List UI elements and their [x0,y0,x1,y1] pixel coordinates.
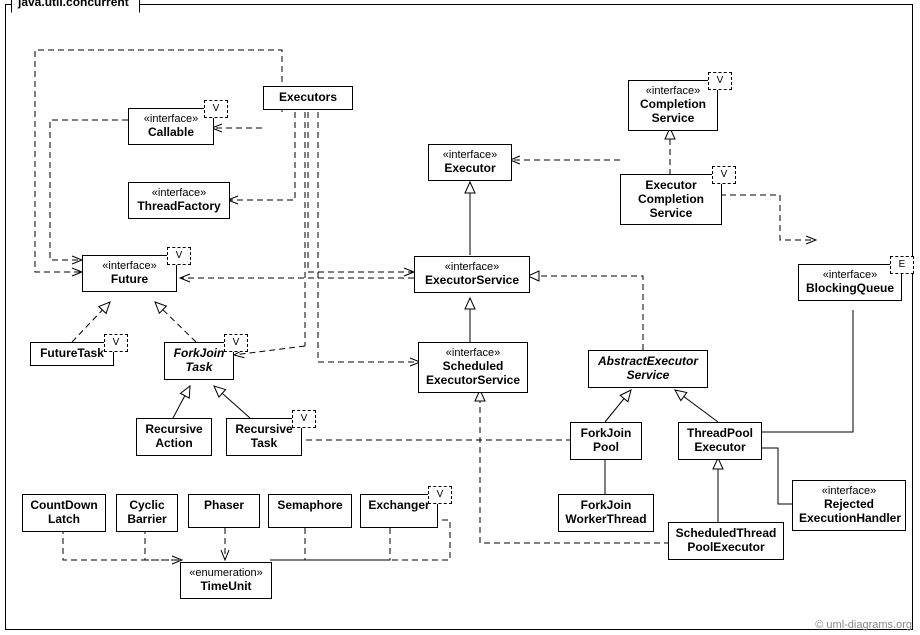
typeparam-recursivetask: V [292,410,316,428]
interface-callable: «interface»Callable [128,108,214,145]
interface-rejectedexecutionhandler: «interface»RejectedExecutionHandler [792,480,906,531]
class-executorcompletionservice: ExecutorCompletionService [620,174,722,225]
interface-blockingqueue: «interface»BlockingQueue [798,264,902,301]
class-cyclicbarrier: CyclicBarrier [116,494,178,532]
class-threadpoolexecutor: ThreadPoolExecutor [678,422,762,460]
interface-threadfactory: «interface»ThreadFactory [128,182,230,219]
typeparam-exchanger: V [428,486,452,504]
typeparam-forkjointask: V [224,334,248,352]
class-recursiveaction: RecursiveAction [136,418,212,456]
class-semaphore: Semaphore [268,494,352,528]
class-futuretask: FutureTask [30,342,114,366]
class-recursivetask: RecursiveTask [226,418,302,456]
typeparam-completionservice: V [708,72,732,90]
class-countdownlatch: CountDownLatch [22,494,106,532]
typeparam-blockingqueue: E [890,256,914,274]
enum-timeunit: «enumeration»TimeUnit [180,562,272,599]
class-executors: Executors [263,86,353,110]
interface-executor: «interface»Executor [428,144,512,181]
typeparam-executorcompletionservice: V [712,166,736,184]
class-scheduledthreadpoolexecutor: ScheduledThreadPoolExecutor [668,522,784,560]
class-forkjoinworkerthread: ForkJoinWorkerThread [558,494,654,532]
class-exchanger: Exchanger [360,494,438,528]
interface-executorservice: «interface»ExecutorService [414,256,530,293]
class-abstractexecutorservice: AbstractExecutorService [588,350,708,388]
typeparam-futuretask: V [104,334,128,352]
interface-scheduledexecutorservice: «interface»ScheduledExecutorService [418,342,528,393]
interface-completionservice: «interface»CompletionService [628,80,718,131]
package-name: java.util.concurrent [11,0,140,13]
interface-future: «interface»Future [82,255,177,292]
typeparam-callable: V [204,100,228,118]
class-forkjoinpool: ForkJoinPool [570,422,642,460]
typeparam-future: V [167,247,191,265]
class-phaser: Phaser [188,494,260,528]
credit-text: © uml-diagrams.org [815,619,912,631]
